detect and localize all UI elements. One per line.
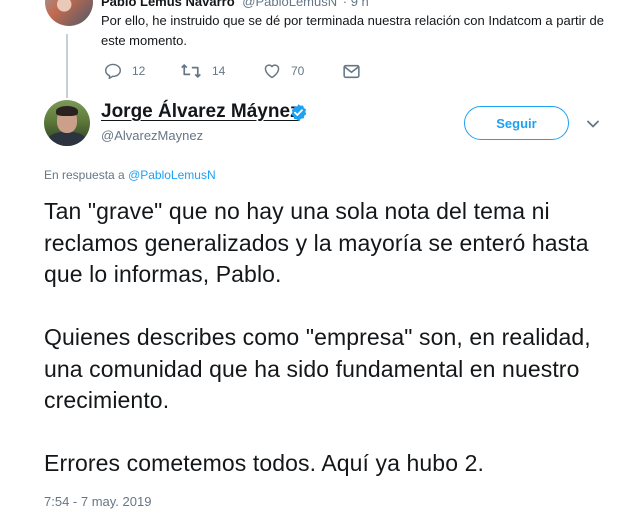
message-icon: [343, 64, 360, 78]
author-avatar[interactable]: [44, 100, 90, 146]
verified-badge-icon: [291, 104, 307, 121]
thread-connector-line: [66, 34, 68, 98]
reply-button[interactable]: 12: [104, 62, 145, 80]
tweet-timestamp[interactable]: 7:54 - 7 may. 2019: [44, 494, 151, 509]
author-name[interactable]: Jorge Álvarez Máynez: [101, 101, 300, 123]
parent-tweet-time[interactable]: · 9 h: [343, 0, 369, 9]
reply-icon: [104, 63, 122, 79]
avatar-shirt: [48, 132, 86, 146]
tweet-body: Tan "grave" que no hay una sola nota del…: [44, 196, 604, 480]
like-count: 70: [291, 64, 305, 78]
retweet-count: 14: [212, 64, 226, 78]
reply-prefix: En respuesta a: [44, 168, 125, 182]
tweet-paragraph: Quienes describes como "empresa" son, en…: [44, 324, 591, 413]
reply-count: 12: [132, 64, 146, 78]
parent-author-handle[interactable]: @PabloLemusN: [242, 0, 337, 9]
parent-tweet-text: Por ello, he instruido que se dé por ter…: [101, 13, 604, 48]
tweet-paragraph: Errores cometemos todos. Aquí ya hubo 2.: [44, 450, 484, 476]
like-button[interactable]: 70: [263, 62, 304, 80]
reply-context: En respuesta a @PabloLemusN: [44, 168, 216, 182]
chevron-down-icon[interactable]: [585, 116, 601, 132]
parent-avatar[interactable]: [45, 0, 93, 26]
follow-button[interactable]: Seguir: [464, 106, 569, 140]
like-icon: [264, 64, 280, 79]
retweet-icon: [181, 64, 201, 78]
direct-message-button[interactable]: [343, 62, 360, 80]
retweet-button[interactable]: 14: [180, 62, 225, 80]
avatar-hair: [56, 106, 78, 116]
reply-to-handle-link[interactable]: @PabloLemusN: [128, 168, 216, 182]
author-handle[interactable]: @AlvarezMaynez: [101, 128, 203, 143]
parent-tweet-header: Pablo Lemus Navarro @PabloLemusN · 9 h: [101, 0, 369, 9]
parent-author-name[interactable]: Pablo Lemus Navarro: [101, 0, 235, 9]
tweet-paragraph: Tan "grave" que no hay una sola nota del…: [44, 198, 589, 287]
